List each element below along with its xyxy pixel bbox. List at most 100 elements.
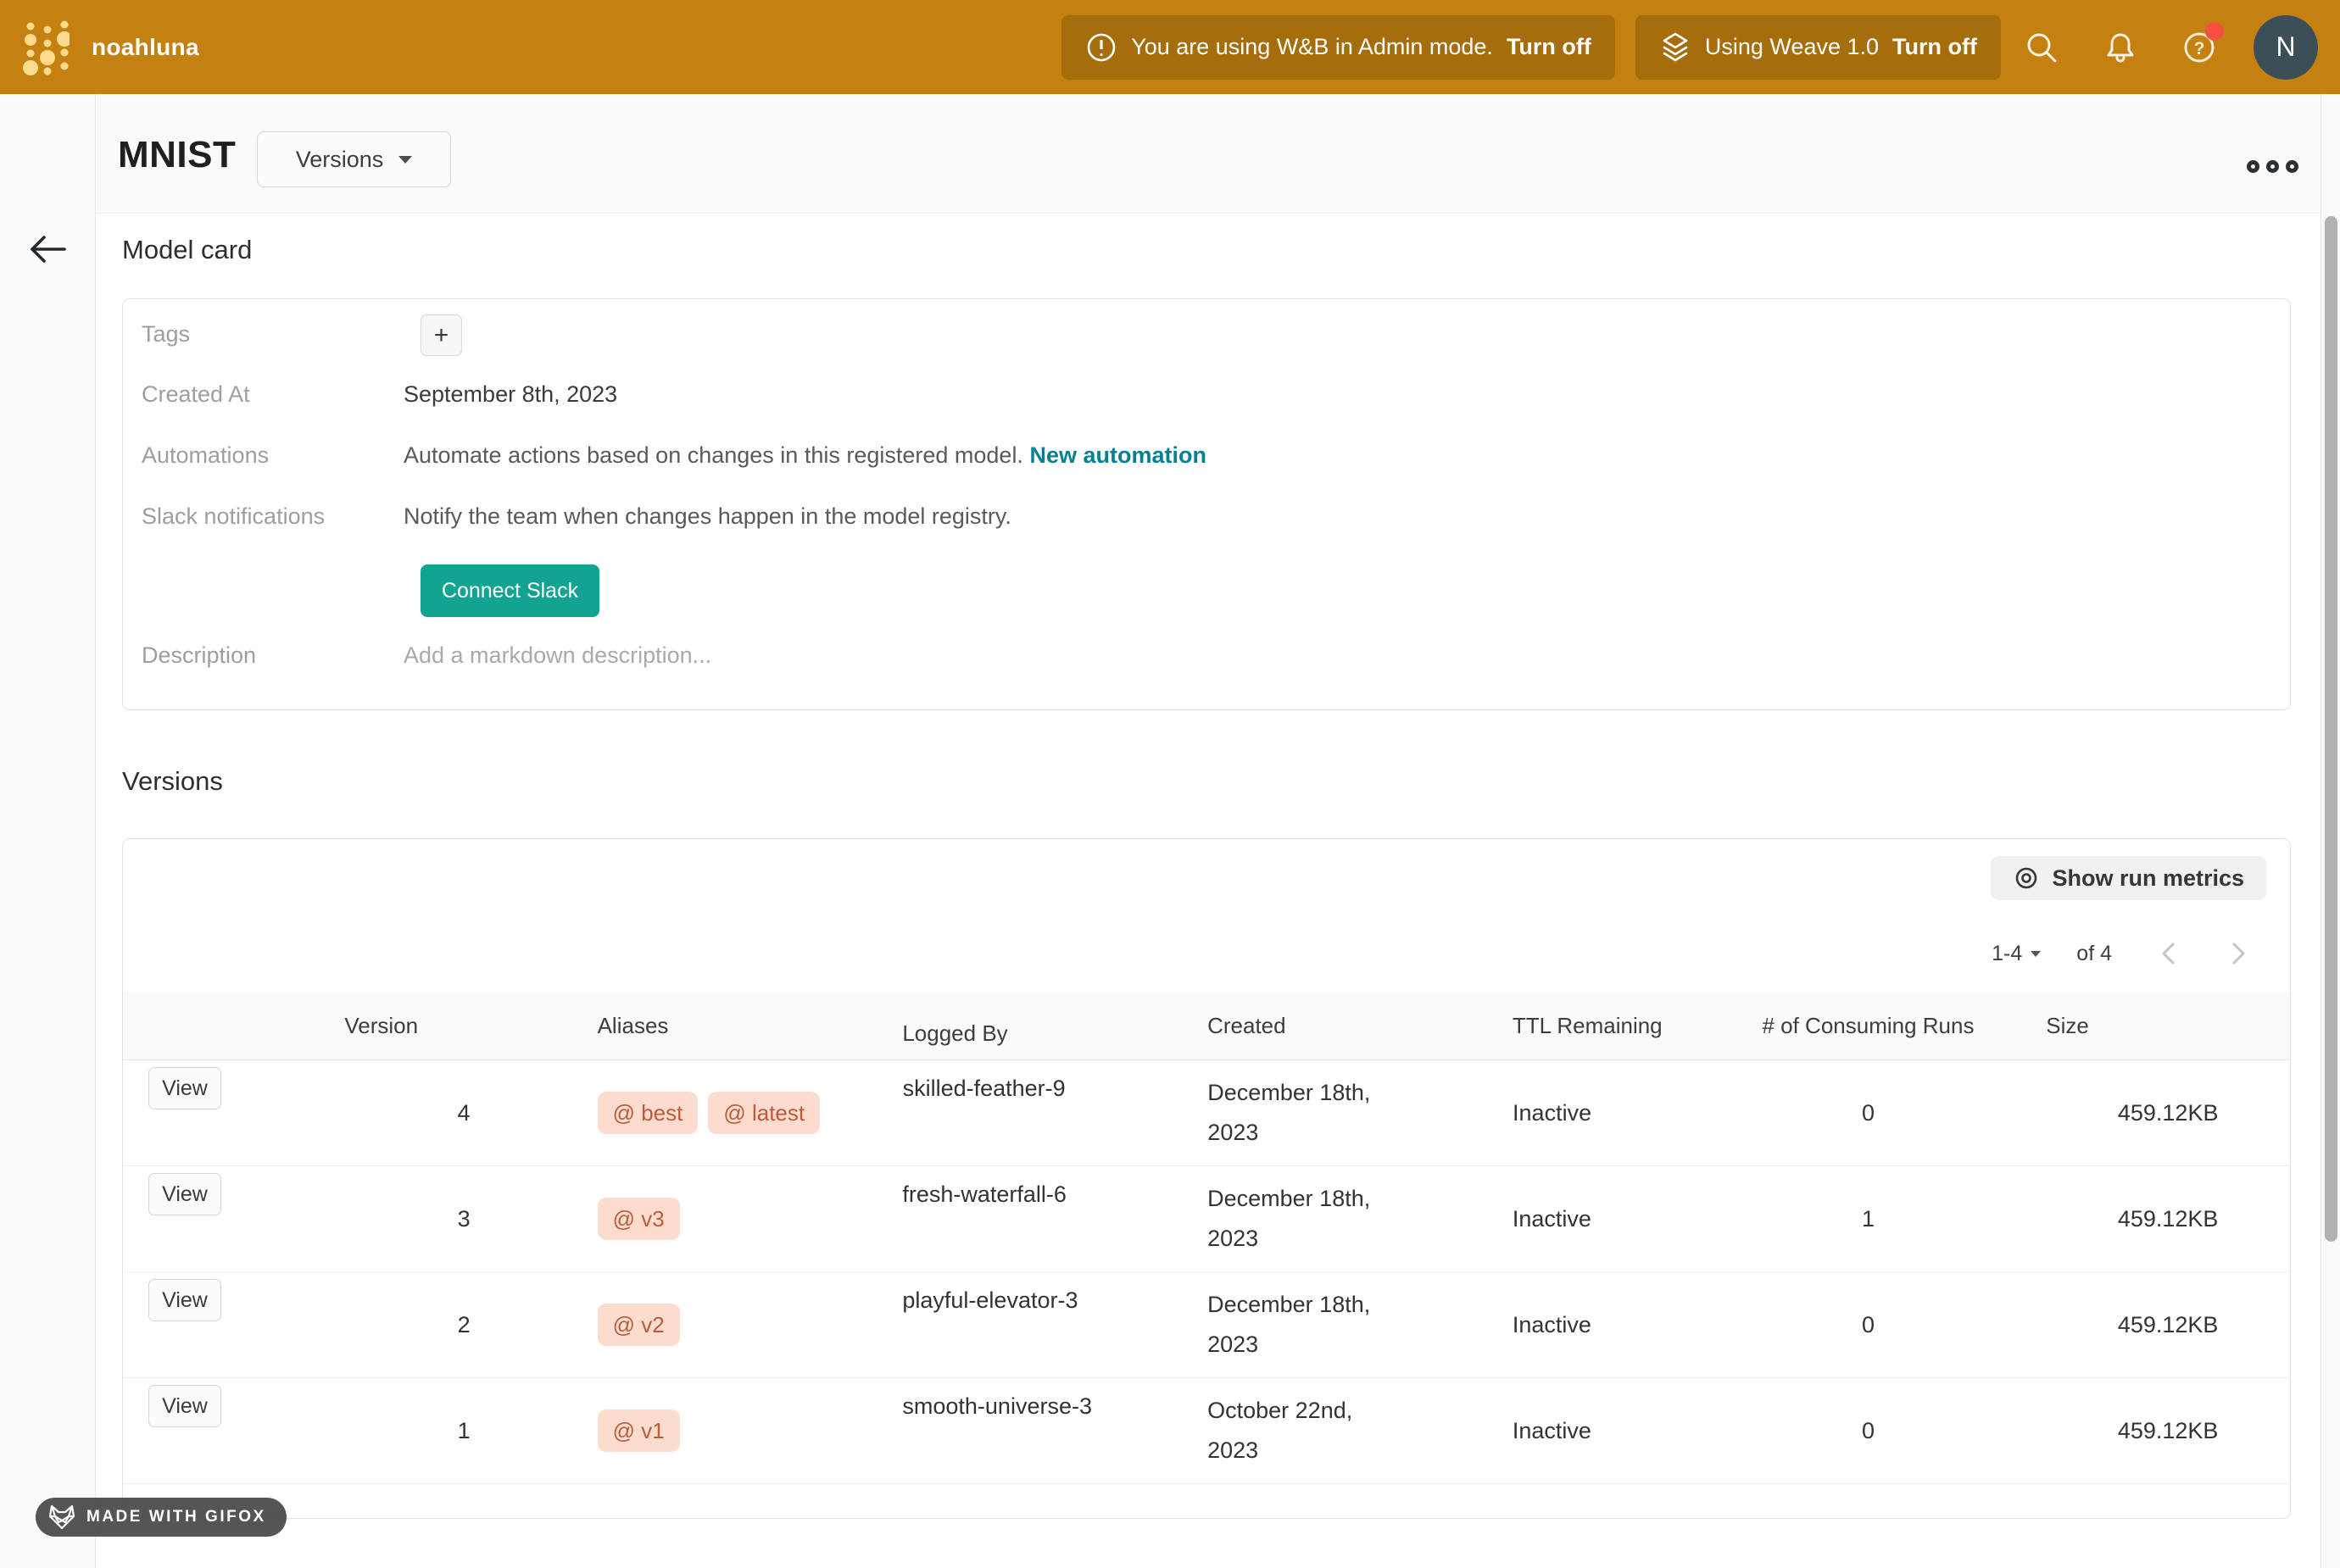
logged-by-cell: skilled-feather-9 — [810, 1060, 1115, 1165]
alias-chip: @ v3 — [598, 1198, 680, 1240]
created-date: December 18th, 2023 — [1207, 1285, 1390, 1365]
view-button[interactable]: View — [148, 1279, 221, 1321]
chevron-down-icon — [398, 156, 412, 164]
created-date: October 22nd, 2023 — [1207, 1391, 1390, 1471]
column-header-logged[interactable]: Logged By — [809, 1005, 1114, 1047]
slack-text: Notify the team when changes happen in t… — [404, 503, 1011, 530]
wandb-logo-icon[interactable] — [22, 18, 70, 77]
version-cell: 3 — [267, 1166, 496, 1271]
notifications-button[interactable] — [2102, 29, 2139, 66]
view-cell: View — [123, 1166, 267, 1271]
view-button[interactable]: View — [148, 1173, 221, 1215]
show-run-metrics-button[interactable]: Show run metrics — [1991, 856, 2266, 900]
run-link[interactable]: playful-elevator-3 — [902, 1287, 1078, 1314]
run-link[interactable]: skilled-feather-9 — [903, 1076, 1066, 1102]
column-header-runs[interactable]: # of Consuming Runs — [1691, 1013, 2047, 1039]
created-at-label: Created At — [123, 381, 404, 408]
new-automation-link[interactable]: New automation — [1029, 442, 1206, 468]
left-rail — [0, 94, 96, 1568]
description-placeholder[interactable]: Add a markdown description... — [404, 642, 711, 669]
alias-chip: @ latest — [708, 1092, 820, 1134]
description-label: Description — [123, 642, 404, 669]
back-button[interactable] — [25, 234, 70, 264]
version-cell: 4 — [267, 1060, 496, 1165]
size-cell: 459.12KB — [2046, 1378, 2290, 1483]
column-header-aliases[interactable]: Aliases — [496, 1013, 810, 1039]
view-button[interactable]: View — [148, 1385, 221, 1427]
view-cell: View — [123, 1060, 267, 1165]
run-link[interactable]: smooth-universe-3 — [902, 1393, 1092, 1420]
user-avatar[interactable]: N — [2254, 15, 2318, 80]
view-button[interactable]: View — [148, 1067, 221, 1109]
consuming-runs-cell: 1 — [1691, 1166, 2047, 1271]
created-date: December 18th, 2023 — [1207, 1179, 1390, 1259]
weave-turn-off-button[interactable]: Turn off — [1892, 34, 1977, 60]
dot-icon — [2266, 160, 2279, 173]
show-run-metrics-label: Show run metrics — [2052, 865, 2244, 892]
column-header-size[interactable]: Size — [2046, 1013, 2290, 1039]
admin-turn-off-button[interactable]: Turn off — [1507, 34, 1591, 60]
previous-page-button[interactable] — [2156, 939, 2181, 968]
model-card-heading: Model card — [122, 235, 252, 265]
view-cell: View — [123, 1272, 267, 1377]
consuming-runs-cell: 0 — [1691, 1060, 2047, 1165]
created-cell: December 18th, 2023 — [1114, 1272, 1402, 1377]
warning-icon — [1085, 31, 1117, 64]
version-cell: 1 — [267, 1378, 496, 1483]
search-icon — [2023, 29, 2060, 66]
team-name[interactable]: noahluna — [92, 34, 199, 61]
admin-banner-text: You are using W&B in Admin mode. — [1131, 34, 1493, 60]
chevron-left-icon — [2156, 939, 2181, 968]
gifox-badge-text: MADE WITH GIFOX — [86, 1508, 266, 1526]
rows-range-label: 1-4 — [1992, 942, 2022, 966]
ttl-cell: Inactive — [1402, 1060, 1691, 1165]
versions-dropdown-label: Versions — [296, 147, 384, 173]
column-header-empty — [123, 1022, 267, 1029]
tags-label: Tags — [123, 321, 404, 348]
page-content: Model card Tags + Created At September 8… — [96, 214, 2340, 1568]
automations-description: Automate actions based on changes in thi… — [404, 442, 1023, 468]
logged-by-cell: fresh-waterfall-6 — [809, 1166, 1114, 1271]
table-row: View 3 @ v3 fresh-waterfall-6 December 18th,… — [123, 1166, 2290, 1272]
rows-total-label: of 4 — [2076, 942, 2112, 966]
versions-card: Show run metrics 1-4 of 4 — [122, 838, 2291, 1519]
logged-by-cell: smooth-universe-3 — [809, 1378, 1114, 1483]
column-header-version[interactable]: Version — [267, 1013, 496, 1039]
title-bar: MNIST Versions — [96, 94, 2340, 214]
add-tag-button[interactable]: + — [421, 314, 462, 356]
aliases-cell: @ v3 — [496, 1166, 810, 1271]
alias-chip: @ v1 — [598, 1410, 680, 1452]
automations-text: Automate actions based on changes in thi… — [404, 442, 1206, 469]
created-cell: December 18th, 2023 — [1114, 1060, 1402, 1165]
size-cell: 459.12KB — [2046, 1060, 2290, 1165]
alias-chip: @ v2 — [598, 1304, 680, 1346]
versions-table-body: View 4 @ best@ latest skilled-feather-9 Dece… — [123, 1060, 2290, 1484]
automations-row: Automations Automate actions based on ch… — [123, 442, 2290, 469]
rows-range-dropdown[interactable]: 1-4 — [1992, 942, 2041, 966]
automations-label: Automations — [123, 442, 404, 469]
column-header-ttl[interactable]: TTL Remaining — [1402, 1013, 1691, 1039]
alias-chip: @ best — [598, 1092, 699, 1134]
gifox-badge: MADE WITH GIFOX — [36, 1498, 287, 1537]
eye-icon — [2013, 865, 2040, 892]
ttl-cell: Inactive — [1402, 1378, 1691, 1483]
notification-dot — [2205, 22, 2224, 41]
created-date: December 18th, 2023 — [1207, 1073, 1390, 1154]
version-cell: 2 — [267, 1272, 496, 1377]
app-root: noahluna You are using W&B in Admin mode… — [0, 0, 2340, 1568]
view-cell: View — [123, 1378, 267, 1483]
connect-slack-button[interactable]: Connect Slack — [421, 564, 599, 617]
help-button[interactable]: ? — [2181, 29, 2218, 66]
scrollbar-thumb[interactable] — [2325, 216, 2337, 1242]
versions-dropdown[interactable]: Versions — [257, 131, 451, 187]
ttl-cell: Inactive — [1402, 1272, 1691, 1377]
column-header-created[interactable]: Created — [1114, 1013, 1402, 1039]
next-page-button[interactable] — [2226, 939, 2251, 968]
run-link[interactable]: fresh-waterfall-6 — [902, 1182, 1067, 1208]
created-at-value: September 8th, 2023 — [404, 381, 617, 408]
size-cell: 459.12KB — [2046, 1272, 2290, 1377]
overflow-menu-button[interactable] — [2247, 160, 2298, 173]
weave-banner: Using Weave 1.0 Turn off — [1635, 15, 2001, 80]
table-row: View 4 @ best@ latest skilled-feather-9 Dece… — [123, 1060, 2290, 1166]
search-button[interactable] — [2023, 29, 2060, 66]
